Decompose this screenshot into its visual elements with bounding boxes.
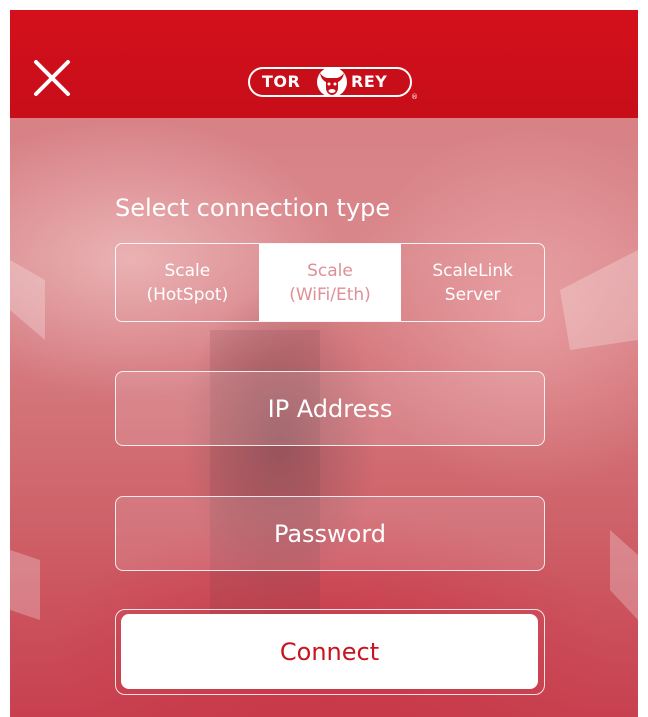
connection-type-selector: Scale (HotSpot) Scale (WiFi/Eth) ScaleLi… [115, 243, 545, 322]
segment-label-line2: Server [444, 284, 501, 305]
ip-address-field[interactable]: IP Address [115, 371, 545, 446]
segment-label-line2: (HotSpot) [146, 284, 229, 305]
password-placeholder: Password [273, 519, 387, 548]
segment-scale-wifi-eth[interactable]: Scale (WiFi/Eth) [258, 244, 402, 321]
torrey-logo: TOR REY ® [248, 67, 420, 101]
connection-type-title: Select connection type [115, 194, 391, 222]
connect-button[interactable]: Connect [121, 614, 538, 689]
app-screen: TOR REY ® Select connection type Scale (… [10, 10, 638, 717]
segment-label-line1: Scale [164, 260, 211, 281]
segment-scalelink-server[interactable]: ScaleLink Server [401, 244, 544, 321]
segment-label-line2: (WiFi/Eth) [289, 284, 371, 305]
password-field[interactable]: Password [115, 496, 545, 571]
segment-label-line1: Scale [307, 260, 353, 281]
ip-address-placeholder: IP Address [267, 394, 393, 423]
close-button[interactable] [30, 56, 74, 100]
bull-icon [317, 67, 347, 97]
close-icon [34, 60, 70, 96]
registered-mark: ® [411, 93, 418, 101]
header-bar: TOR REY ® [10, 10, 638, 118]
segment-scale-hotspot[interactable]: Scale (HotSpot) [116, 244, 259, 321]
logo-text-left: TOR [262, 72, 301, 91]
connect-button-frame: Connect [115, 609, 545, 695]
logo-text-right: REY [351, 72, 388, 91]
connect-button-label: Connect [279, 637, 380, 666]
segment-label-line1: ScaleLink [432, 260, 513, 281]
